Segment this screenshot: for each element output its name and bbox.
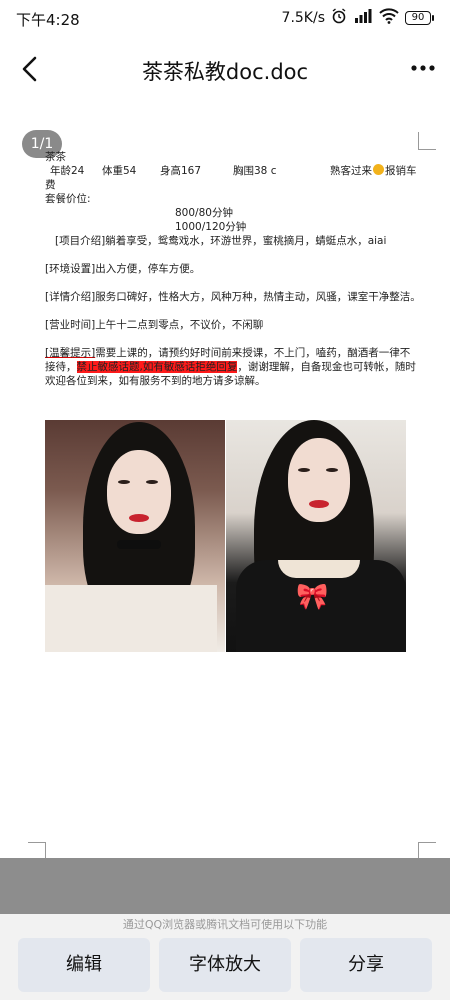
page-title: 茶茶私教doc.doc	[141, 60, 309, 84]
document-body: 茶茶 年龄24 体重54 身高167 胸围38 c 熟客过来 报销车 费 套餐价位…	[45, 150, 425, 388]
doc-environment: [环境设置]出入方便，停车方便。	[45, 263, 201, 275]
reminder-text-1: 需要上课的，请预约好时间前来授课，不上门，嗑药，酗酒者一律不	[95, 347, 411, 359]
stat-reimburse: 报销车	[385, 165, 417, 177]
bottom-toolbar: 通过QQ浏览器或腾讯文档可使用以下功能 编辑 字体放大 分享	[0, 914, 450, 1000]
doc-price-2: 1000/120分钟	[175, 221, 247, 233]
signal-hd-icon	[353, 8, 373, 28]
page-corner-mark	[418, 132, 436, 150]
doc-fee-wrap: 费	[45, 179, 56, 191]
doc-package-label: 套餐价位:	[45, 193, 91, 205]
doc-stats-line: 年龄24 体重54 身高167 胸围38 c 熟客过来 报销车	[45, 164, 425, 178]
document-viewer[interactable]: 1/1 茶茶 年龄24 体重54 身高167 胸围38 c 熟客过来 报销车 费 …	[0, 110, 450, 860]
status-time: 下午4:28	[16, 11, 80, 29]
doc-reminder-line-3: 欢迎各位到来，如有服务不到的地方请多谅解。	[45, 375, 266, 387]
battery-level: 90	[405, 11, 431, 25]
stat-height: 身高167	[160, 165, 202, 177]
doc-reminder-line-1: [温馨提示]需要上课的，请预约好时间前来授课，不上门，嗑药，酗酒者一律不	[45, 346, 425, 360]
gray-separator	[0, 858, 450, 914]
stat-weight: 体重54	[102, 165, 137, 177]
edit-button[interactable]: 编辑	[18, 938, 150, 992]
more-options-button[interactable]	[408, 56, 438, 80]
stat-bust: 胸围38 c	[233, 165, 277, 177]
doc-reminder-line-2: 接待，禁止敏感话题,如有敏感话拒绝回复，谢谢理解，自备现金也可转帐，随时	[45, 360, 425, 374]
portrait-photo-left[interactable]	[45, 420, 225, 652]
chevron-left-icon	[22, 56, 37, 82]
portrait-photo-right[interactable]: 🎀	[226, 420, 406, 652]
status-bar: 下午4:28 7.5K/s 90	[0, 0, 450, 36]
stat-regular-reimburse: 熟客过来 报销车	[330, 164, 417, 178]
doc-details: [详情介绍]服务口碑好，性格大方，风种万种，热情主动，风骚，课室干净整洁。	[45, 291, 421, 303]
font-enlarge-button[interactable]: 字体放大	[159, 938, 291, 992]
reminder-text-2a: 接待，	[45, 361, 77, 373]
reminder-tag: [温馨提示]	[45, 347, 96, 359]
reminder-text-2b: ，谢谢理解，自备现金也可转帐，随时	[237, 361, 416, 373]
doc-price-1: 800/80分钟	[175, 207, 233, 219]
stat-age: 年龄24	[50, 165, 85, 177]
doc-hours: [营业时间]上午十二点到零点，不议价，不闲聊	[45, 319, 264, 331]
wifi-icon	[379, 8, 399, 28]
title-bar: 茶茶私教doc.doc	[0, 40, 450, 96]
alarm-icon	[331, 8, 347, 28]
coin-emoji-icon	[373, 164, 384, 175]
battery-icon: 90	[405, 11, 434, 25]
network-speed: 7.5K/s	[281, 10, 325, 26]
red-bow: 🎀	[296, 582, 329, 612]
photo-row: 🎀	[45, 420, 406, 652]
doc-name-line: 茶茶	[45, 151, 66, 163]
doc-project: [项目介绍]躺着享受，鸳鸯戏水，环游世界，蜜桃摘月，蜻蜓点水，aiai	[55, 235, 387, 247]
share-button[interactable]: 分享	[300, 938, 432, 992]
more-dots-icon	[411, 65, 435, 71]
status-icons: 7.5K/s 90	[282, 8, 434, 28]
toolbar-hint: 通过QQ浏览器或腾讯文档可使用以下功能	[122, 918, 328, 931]
back-button[interactable]	[16, 54, 46, 84]
reminder-highlight: 禁止敏感话题,如有敏感话拒绝回复	[76, 361, 238, 373]
stat-regular: 熟客过来	[330, 165, 372, 177]
